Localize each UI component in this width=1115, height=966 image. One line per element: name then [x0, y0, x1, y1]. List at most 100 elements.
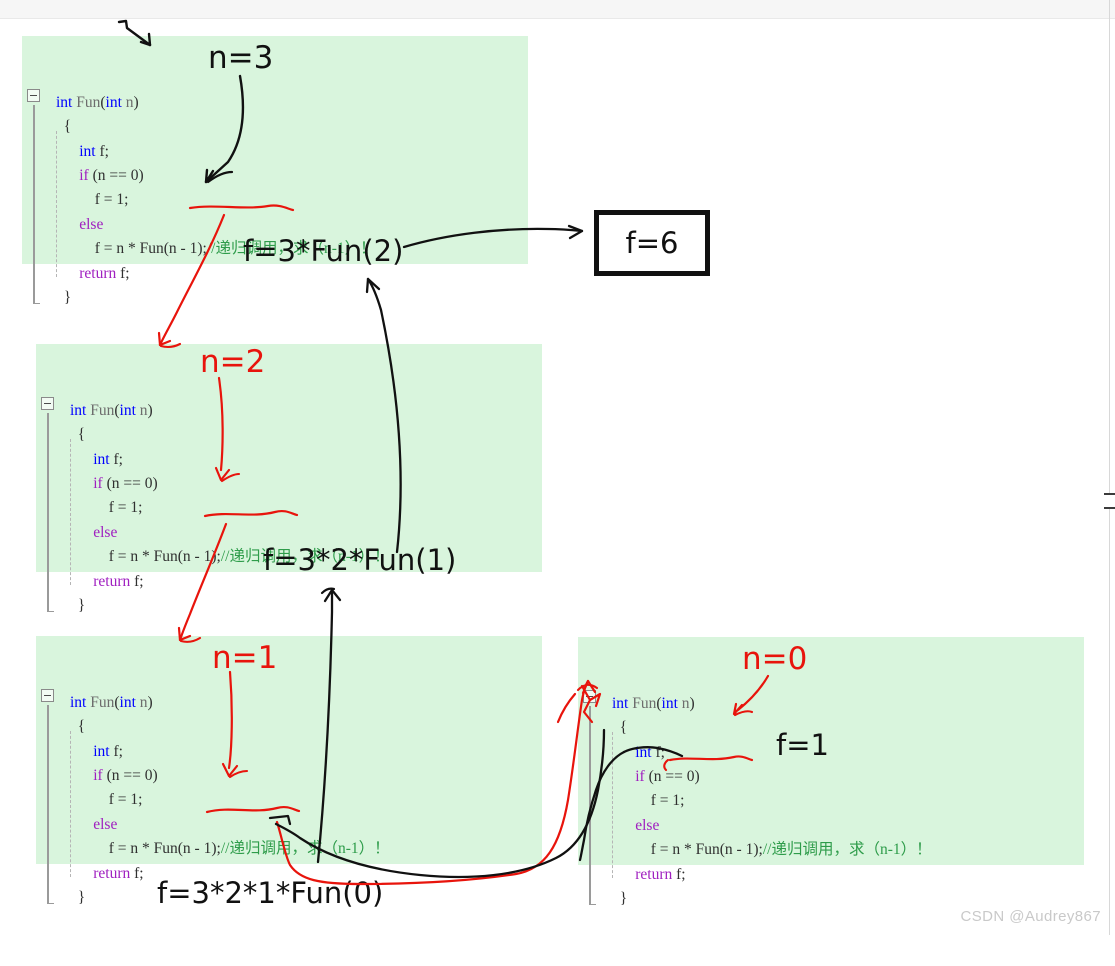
code-token-pl: f; [109, 450, 123, 468]
code-line-sig: int Fun(int n) [36, 691, 542, 715]
code-token-pl: (n == 0) [644, 767, 700, 785]
code-token-ctl: return [93, 864, 131, 882]
code-token-ctl: else [93, 523, 118, 541]
code-token-pl: f; [130, 572, 144, 590]
code-token-kw: int [119, 693, 136, 711]
code-token-br: ) [689, 694, 695, 712]
code-token-ctl: if [635, 767, 645, 785]
code-line-else: else [578, 814, 1084, 838]
code-token-cm: //递归调用，求（n-1）！ [220, 840, 390, 858]
code-token-pl: f; [130, 864, 144, 882]
code-line-assign: f = 1; [22, 188, 528, 212]
code-line-rec: f = n * Fun(n - 1);//递归调用，求（n-1）！ [36, 837, 542, 861]
code-line-decl: int f; [36, 448, 542, 472]
code-token-ctl: if [79, 166, 89, 184]
annotation-f32: f=3*2*Fun(1) [263, 543, 457, 577]
code-token-kw: int [70, 401, 87, 419]
code-line-ret: return f; [578, 863, 1084, 887]
code-line-assign: f = 1; [578, 789, 1084, 813]
code-token-fn: Fun [90, 693, 115, 711]
right-edge-marker [1104, 493, 1115, 509]
code-block-n3: int Fun(int n) { int f; if (n == 0) f = … [22, 36, 528, 306]
code-token-br: } [70, 888, 86, 906]
code-line-else: else [36, 813, 542, 837]
code-token-pl: f = 1; [56, 191, 129, 209]
code-token-br: ) [147, 693, 153, 711]
code-token-br: { [70, 718, 86, 736]
code-token-pl: f = n * Fun(n - 1); [70, 840, 221, 858]
top-toolbar-strip [0, 0, 1115, 19]
code-block-n2: int Fun(int n) { int f; if (n == 0) f = … [36, 344, 542, 614]
code-token-br: { [56, 118, 72, 136]
code-line-decl: int f; [36, 740, 542, 764]
code-body: int Fun(int n) { int f; if (n == 0) f = … [36, 393, 542, 625]
code-token-fn: Fun [632, 694, 657, 712]
code-line-if: if (n == 0) [578, 765, 1084, 789]
code-token-kw: int [79, 142, 96, 160]
annotation-f-one: f=1 [776, 728, 829, 762]
code-token-pl: f = n * Fun(n - 1); [70, 548, 221, 566]
code-block-n1: int Fun(int n) { int f; if (n == 0) f = … [36, 636, 542, 906]
code-token-fn: n [125, 93, 134, 111]
code-token-kw: int [70, 693, 87, 711]
code-line-decl: int f; [578, 741, 1084, 765]
code-token-pl: f = n * Fun(n - 1); [612, 841, 763, 859]
code-token-pl: f; [109, 742, 123, 760]
code-token-kw: int [119, 401, 136, 419]
code-token-br: { [612, 719, 628, 737]
code-token-ctl: else [93, 815, 118, 833]
label-n0: n=0 [742, 641, 808, 677]
code-token-ctl: if [93, 474, 103, 492]
code-line-else: else [36, 521, 542, 545]
code-token-ctl: if [93, 766, 103, 784]
code-token-pl: (n == 0) [102, 474, 158, 492]
code-token-br: } [56, 288, 72, 306]
watermark: CSDN @Audrey867 [960, 908, 1101, 925]
code-token-fn: Fun [90, 401, 115, 419]
code-line-close: } [22, 286, 528, 310]
code-block-n0: int Fun(int n) { int f; if (n == 0) f = … [578, 637, 1084, 907]
code-token-cm: //递归调用，求（n-1）！ [762, 841, 932, 859]
code-token-pl: f = 1; [612, 792, 685, 810]
code-token-pl: f = 1; [70, 791, 143, 809]
code-body: int Fun(int n) { int f; if (n == 0) f = … [22, 85, 528, 317]
annotation-f3: f=3*Fun(2) [243, 234, 404, 268]
code-token-kw: int [612, 694, 629, 712]
code-line-open: { [578, 716, 1084, 740]
code-line-close: } [36, 594, 542, 618]
code-token-kw: int [93, 450, 110, 468]
code-token-br: ) [133, 93, 139, 111]
code-line-open: { [36, 715, 542, 739]
code-line-if: if (n == 0) [36, 764, 542, 788]
code-token-ctl: else [635, 816, 660, 834]
code-token-kw: int [661, 694, 678, 712]
code-token-pl: f; [95, 142, 109, 160]
code-line-sig: int Fun(int n) [578, 692, 1084, 716]
code-token-ctl: else [79, 215, 104, 233]
code-line-decl: int f; [22, 140, 528, 164]
code-token-fn: n [139, 401, 148, 419]
code-token-fn: n [139, 693, 148, 711]
code-token-ctl: return [635, 865, 673, 883]
label-n2: n=2 [200, 344, 266, 380]
label-n1: n=1 [212, 640, 278, 676]
code-token-br: } [612, 889, 628, 907]
code-token-pl: f = 1; [70, 499, 143, 517]
code-line-if: if (n == 0) [22, 164, 528, 188]
code-token-pl: f = n * Fun(n - 1); [56, 240, 207, 258]
code-token-pl: f; [116, 264, 130, 282]
